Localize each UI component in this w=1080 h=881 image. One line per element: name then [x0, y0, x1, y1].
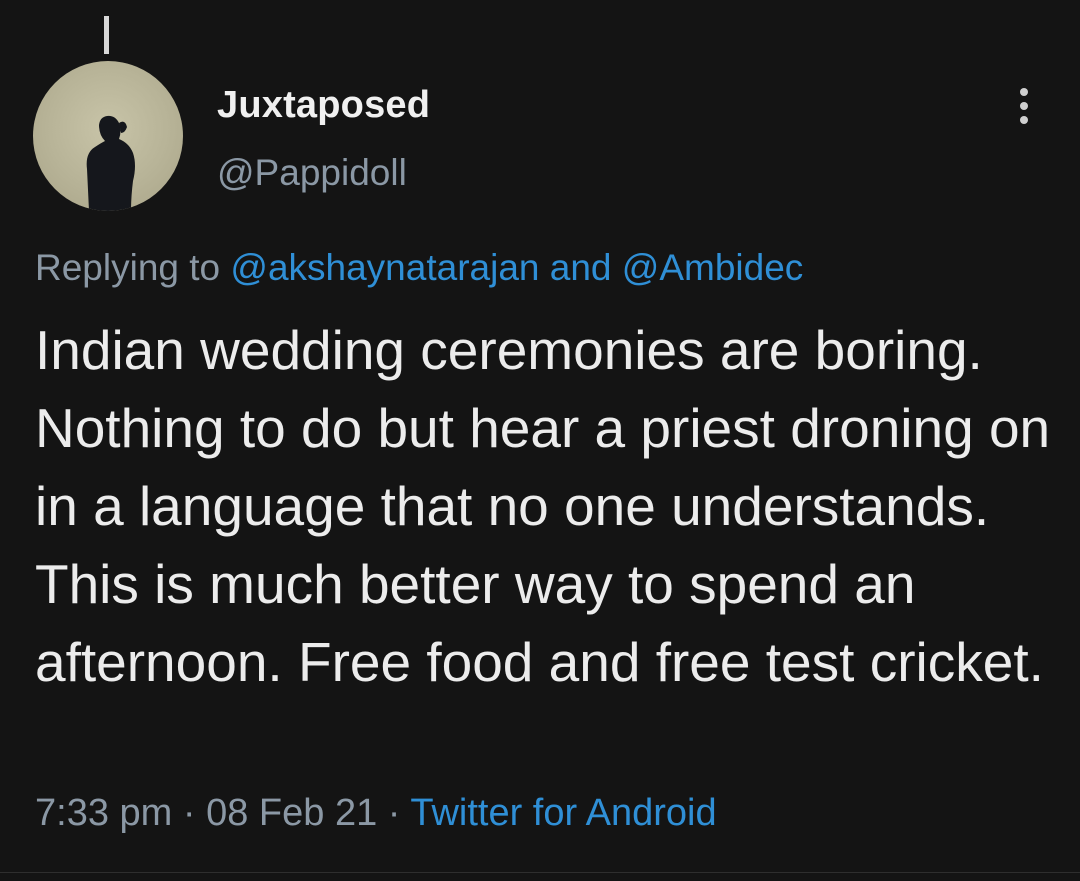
avatar-silhouette-image	[86, 115, 135, 211]
tweet-text: Indian wedding ceremonies are boring. No…	[35, 319, 1051, 693]
source-link[interactable]: Twitter for Android	[410, 792, 716, 834]
display-name[interactable]: Juxtaposed	[217, 84, 430, 127]
thread-connector-line	[104, 16, 109, 54]
avatar[interactable]	[33, 61, 183, 211]
more-dot	[1020, 116, 1028, 124]
replying-prefix: Replying to	[35, 247, 221, 288]
mention-link-1[interactable]: @akshaynatarajan	[230, 247, 539, 288]
tweet-time[interactable]: 7:33 pm	[35, 792, 172, 834]
more-dot	[1020, 102, 1028, 110]
more-vertical-icon	[1020, 88, 1028, 96]
meta-separator: ·	[387, 792, 401, 834]
user-handle[interactable]: @Pappidoll	[217, 152, 407, 194]
tweet-date[interactable]: 08 Feb 21	[206, 792, 377, 834]
divider	[0, 872, 1080, 873]
replying-to-line: Replying to @akshaynatarajan and @Ambide…	[35, 247, 803, 289]
mention-link-2[interactable]: @Ambidec	[622, 247, 804, 288]
meta-separator: ·	[182, 792, 196, 834]
more-options-button[interactable]	[1006, 86, 1042, 126]
reply-conjunction: and	[549, 247, 612, 288]
tweet-meta: 7:33 pm · 08 Feb 21 · Twitter for Androi…	[35, 792, 717, 835]
